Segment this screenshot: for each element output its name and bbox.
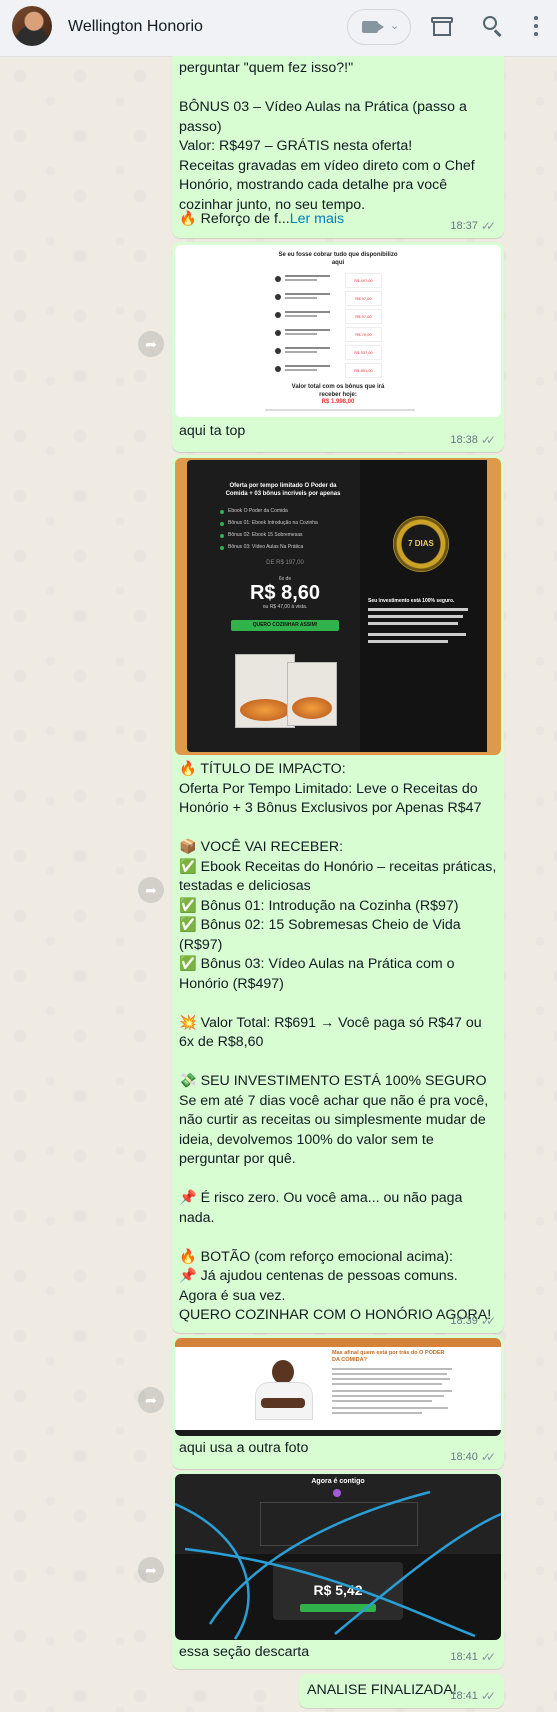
offer-item: Bônus 02: Ebook 15 Sobremesas: [228, 532, 303, 538]
guarantee-text: Seu investimento está 100% seguro.: [368, 598, 455, 604]
message-time: 18:41: [450, 1690, 478, 1702]
message-bubble[interactable]: ANALISE FINALIZADA! 18:41 ✓✓: [299, 1674, 504, 1708]
message-image[interactable]: Se eu fosse cobrar tudo que disponibiliz…: [175, 245, 501, 417]
read-more-link[interactable]: Ler mais: [290, 211, 344, 227]
message-text: ANALISE FINALIZADA!: [307, 1682, 457, 1698]
avatar[interactable]: [12, 6, 52, 46]
message-bubble[interactable]: Oferta por tempo limitado O Poder da Com…: [172, 455, 504, 1333]
message-text: perguntar "quem fez isso?!" BÔNUS 03 – V…: [179, 60, 475, 213]
offer-item: Ebook O Poder da Comida: [228, 508, 288, 514]
double-check-icon: ✓✓: [480, 1689, 496, 1703]
double-check-icon: ✓✓: [480, 219, 496, 233]
message-image[interactable]: Mas afinal quem está por trás do O PODER…: [175, 1338, 501, 1436]
offer-item: Bônus 03: Vídeo Aulas Na Prática: [228, 544, 304, 550]
forward-icon[interactable]: ➦: [138, 877, 164, 903]
menu-icon[interactable]: [530, 14, 542, 40]
message-time: 18:38: [450, 434, 478, 446]
image-title: Se eu fosse cobrar tudo que disponibiliz…: [278, 252, 398, 266]
message-time: 18:39: [450, 1315, 478, 1327]
message-meta: 18:41 ✓✓: [450, 1689, 496, 1703]
message-time: 18:41: [450, 1651, 478, 1663]
image-headline: Mas afinal quem está por trás do O PODER…: [332, 1350, 445, 1363]
message-meta: 18:40 ✓✓: [450, 1450, 496, 1464]
offer-headline: Oferta por tempo limitado O Poder da Com…: [225, 483, 341, 497]
double-check-icon: ✓✓: [480, 1450, 496, 1464]
double-check-icon: ✓✓: [480, 1650, 496, 1664]
book-image: [235, 654, 295, 728]
image-total-label: Valor total com os bônus que irá receber…: [291, 384, 385, 398]
message-meta: 18:37 ✓✓: [450, 219, 496, 233]
forward-icon[interactable]: ➦: [138, 1387, 164, 1413]
message-bubble[interactable]: perguntar "quem fez isso?!" BÔNUS 03 – V…: [172, 56, 504, 238]
guarantee-badge: 7 DIAS: [393, 516, 449, 572]
image-caption: essa seção descarta: [179, 1644, 310, 1660]
message-time: 18:37: [450, 220, 478, 232]
message-time: 18:40: [450, 1451, 478, 1463]
message-meta: 18:41 ✓✓: [450, 1650, 496, 1664]
message-meta: 18:38 ✓✓: [450, 433, 496, 447]
offer-cta: QUERO COZINHAR ASSIM!: [231, 620, 339, 631]
offer-item: Bônus 01: Ebook Introdução na Cozinha: [228, 520, 318, 526]
message-image[interactable]: Oferta por tempo limitado O Poder da Com…: [175, 458, 501, 755]
message-text: 🔥 TÍTULO DE IMPACTO: Oferta Por Tempo Li…: [179, 761, 497, 1323]
forward-icon[interactable]: ➦: [138, 1557, 164, 1583]
image-caption: aqui ta top: [179, 423, 246, 439]
double-check-icon: ✓✓: [480, 1314, 496, 1328]
book-image: [287, 662, 337, 726]
offer-cash: ou R$ 47,00 à vista.: [262, 604, 308, 610]
image-caption: aqui usa a outra foto: [179, 1440, 309, 1456]
image-total-value: R$ 1.998,00: [321, 399, 355, 405]
video-call-button[interactable]: ⌄: [347, 9, 411, 45]
message-bubble[interactable]: Mas afinal quem está por trás do O PODER…: [172, 1335, 504, 1469]
offer-from-price: DE R$ 197,00: [266, 560, 304, 566]
double-check-icon: ✓✓: [480, 433, 496, 447]
message-bubble[interactable]: Agora é contigo R$ 5,42 essa seção desca…: [172, 1471, 504, 1669]
offer-cta-label: QUERO COZINHAR ASSIM!: [252, 622, 318, 628]
message-image[interactable]: Agora é contigo R$ 5,42: [175, 1474, 501, 1640]
search-icon[interactable]: [480, 14, 506, 40]
chat-header: Wellington Honorio ⌄: [0, 0, 557, 57]
message-text-truncated: 🔥 Reforço de f...: [179, 211, 290, 227]
store-icon[interactable]: [429, 14, 455, 40]
message-meta: 18:39 ✓✓: [450, 1314, 496, 1328]
forward-icon[interactable]: ➦: [138, 331, 164, 357]
strike-lines: [175, 1490, 501, 1640]
contact-name[interactable]: Wellington Honorio: [68, 18, 203, 36]
message-bubble[interactable]: Se eu fosse cobrar tudo que disponibiliz…: [172, 242, 504, 452]
video-call-icon: [362, 21, 384, 33]
chevron-down-icon: ⌄: [390, 20, 400, 32]
offer-price: R$ 8,60: [249, 582, 321, 604]
